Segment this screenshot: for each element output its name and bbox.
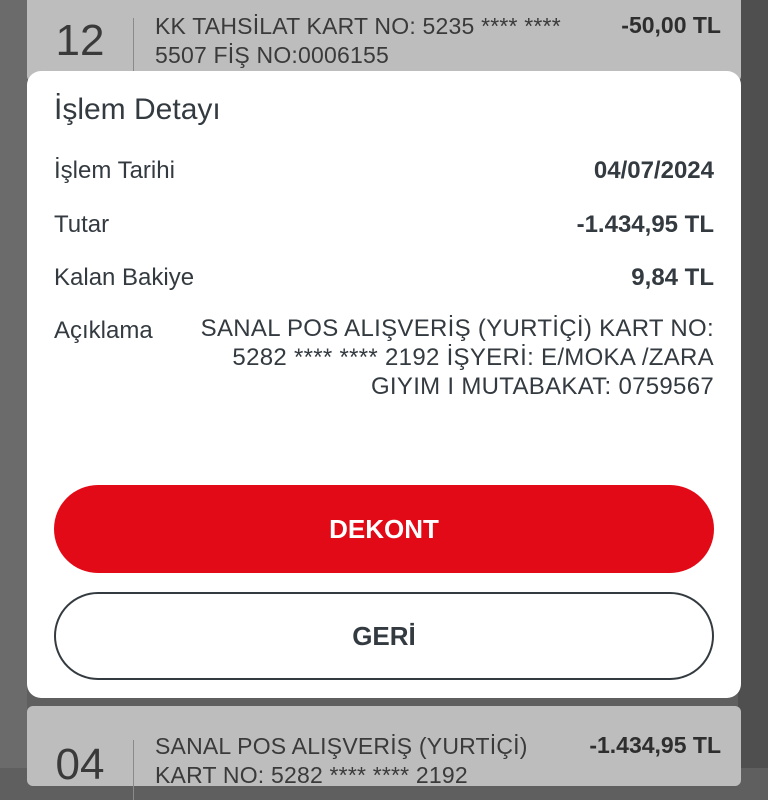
date-value: 04/07/2024 bbox=[593, 157, 714, 184]
description-value: SANAL POS ALIŞVERİŞ (YURTİÇİ) KART NO: 5… bbox=[200, 315, 714, 400]
background-right-shade bbox=[738, 0, 768, 768]
balance-label: Kalan Bakiye bbox=[54, 264, 195, 291]
back-button[interactable]: GERİ bbox=[54, 592, 714, 680]
description-label: Açıklama bbox=[54, 317, 153, 344]
transaction-day: 04 bbox=[55, 740, 105, 789]
detail-row-date: İşlem Tarihi 04/07/2024 bbox=[54, 157, 714, 187]
transaction-description: SANAL POS ALIŞVERİŞ (YURTİÇİ) KART NO: 5… bbox=[155, 733, 528, 788]
detail-row-amount: Tutar -1.434,95 TL bbox=[54, 211, 714, 241]
divider bbox=[133, 740, 134, 800]
transaction-description: KK TAHSİLAT KART NO: 5235 **** **** 5507… bbox=[155, 13, 561, 68]
transaction-day: 12 bbox=[55, 16, 105, 65]
date-label: İşlem Tarihi bbox=[54, 157, 175, 184]
transaction-amount: -1.434,95 TL bbox=[589, 732, 721, 758]
list-item[interactable]: 04 SANAL POS ALIŞVERİŞ (YURTİÇİ) KART NO… bbox=[27, 706, 741, 800]
divider bbox=[133, 18, 134, 72]
amount-label: Tutar bbox=[54, 211, 110, 238]
background-left-shade bbox=[0, 0, 27, 768]
receipt-button[interactable]: DEKONT bbox=[54, 485, 714, 573]
transaction-detail-modal: İşlem Detayı İşlem Tarihi 04/07/2024 Tut… bbox=[27, 71, 741, 698]
balance-value: 9,84 TL bbox=[631, 264, 714, 291]
modal-title: İşlem Detayı bbox=[54, 93, 221, 126]
detail-row-balance: Kalan Bakiye 9,84 TL bbox=[54, 264, 714, 294]
amount-value: -1.434,95 TL bbox=[576, 211, 714, 238]
transaction-amount: -50,00 TL bbox=[621, 12, 721, 38]
list-item[interactable]: 12 KK TAHSİLAT KART NO: 5235 **** **** 5… bbox=[27, 0, 741, 82]
